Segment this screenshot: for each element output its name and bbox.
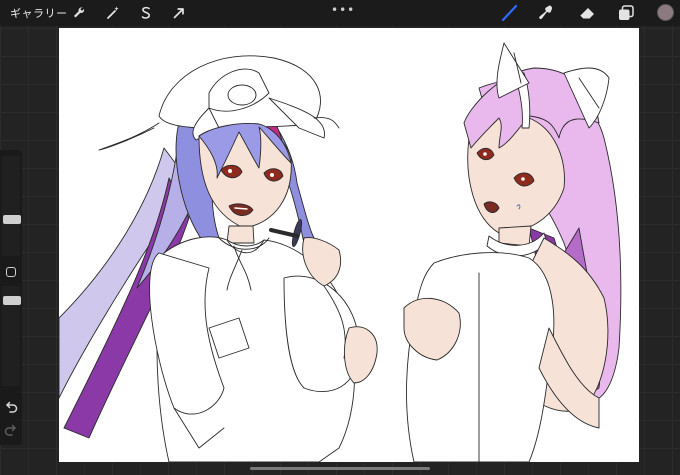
top-toolbar: ギャラリー ••• <box>0 0 680 26</box>
home-indicator <box>250 467 430 470</box>
opacity-handle[interactable] <box>3 296 21 305</box>
left-sidebar <box>0 150 22 445</box>
layers-icon[interactable] <box>616 3 636 23</box>
smudge-icon[interactable] <box>537 3 557 23</box>
gallery-button[interactable]: ギャラリー <box>10 5 68 21</box>
brush-size-handle[interactable] <box>3 215 21 224</box>
undo-icon[interactable] <box>3 400 19 414</box>
drawing-canvas[interactable] <box>59 28 639 462</box>
magic-wand-icon[interactable] <box>104 4 122 22</box>
more-options-icon[interactable]: ••• <box>331 3 355 17</box>
brush-size-slider[interactable] <box>2 156 20 256</box>
brush-icon[interactable] <box>500 3 520 23</box>
eraser-icon[interactable] <box>577 3 597 23</box>
square-modify-icon[interactable] <box>6 267 16 277</box>
arrow-cursor-icon[interactable] <box>170 4 188 22</box>
wrench-icon[interactable] <box>70 4 88 22</box>
selection-s-icon[interactable] <box>137 4 155 22</box>
color-picker-swatch[interactable] <box>657 4 674 21</box>
artwork-illustration <box>59 42 622 462</box>
redo-icon[interactable] <box>3 423 19 437</box>
